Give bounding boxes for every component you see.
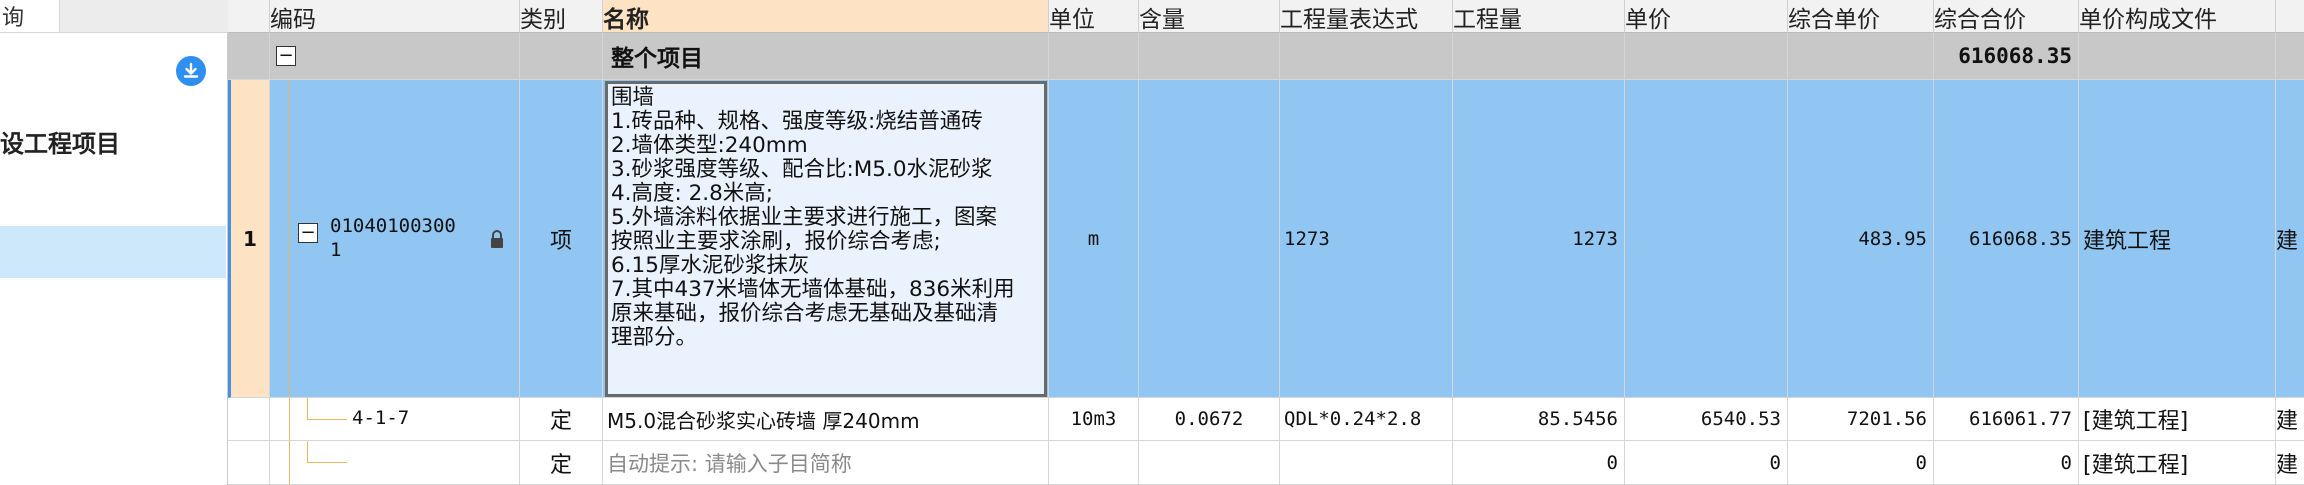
composite-total-cell[interactable]: 616068.35 <box>1934 80 2079 398</box>
column-header-composite-total[interactable]: 综合合价 <box>1934 0 2079 33</box>
tree-line <box>307 419 347 420</box>
download-circle-icon <box>183 62 199 78</box>
collapse-icon[interactable]: − <box>276 46 296 66</box>
composite-total-cell[interactable]: 616061.77 <box>1934 398 2079 441</box>
project-name-cell[interactable]: 整个项目 <box>603 33 1049 80</box>
lock-icon <box>491 230 503 248</box>
overflow-cell: 建 <box>2276 441 2304 485</box>
description-line: 2.墙体类型:240mm <box>611 133 808 158</box>
name-cell[interactable]: M5.0混合砂浆实心砖墙 厚240mm <box>603 398 1049 441</box>
project-tree-selected-node[interactable] <box>0 226 226 278</box>
column-header-name[interactable]: 名称 <box>603 0 1049 33</box>
quantity-cell[interactable] <box>1453 33 1625 80</box>
column-header-price-file[interactable]: 单价构成文件 <box>2079 0 2276 33</box>
row-number-cell[interactable] <box>228 398 270 441</box>
unit-cell[interactable]: 10m3 <box>1049 398 1139 441</box>
price-file-cell[interactable] <box>2079 33 2276 80</box>
tree-line <box>307 441 308 463</box>
unit-cell[interactable] <box>1049 33 1139 80</box>
category-cell[interactable] <box>520 33 603 80</box>
composite-unit-price-cell[interactable]: 7201.56 <box>1788 398 1934 441</box>
tree-line <box>289 80 290 397</box>
description-line: 3.砂浆强度等级、配合比:M5.0水泥砂浆 <box>611 157 993 182</box>
column-header-unit-price[interactable]: 单价 <box>1625 0 1788 33</box>
expression-cell[interactable]: 1273 <box>1280 80 1453 398</box>
price-file-cell[interactable]: 建筑工程 <box>2079 80 2276 398</box>
project-tree-node[interactable]: 设工程项目 <box>0 124 120 159</box>
category-cell[interactable]: 项 <box>520 80 603 398</box>
item-code: 01040100300 1 <box>330 214 456 262</box>
overflow-cell: 建 <box>2276 80 2304 398</box>
unit-cell[interactable]: m <box>1049 80 1139 398</box>
unit-price-cell[interactable] <box>1625 80 1788 398</box>
sub-item-code: 4-1-7 <box>352 407 410 429</box>
tree-line <box>307 398 308 420</box>
tree-line <box>307 462 347 463</box>
row-number-cell[interactable] <box>228 441 270 485</box>
category-cell[interactable]: 定 <box>520 441 603 485</box>
quantity-cell[interactable]: 85.5456 <box>1453 398 1625 441</box>
column-header-category[interactable]: 类别 <box>520 0 603 33</box>
tree-line <box>289 441 290 484</box>
composite-total-cell[interactable]: 0 <box>1934 441 2079 485</box>
content-cell[interactable]: 0.0672 <box>1139 398 1280 441</box>
row-number-header <box>228 0 270 33</box>
unit-cell[interactable] <box>1049 441 1139 485</box>
panel-tab[interactable] <box>60 0 228 33</box>
column-header-quantity-expression[interactable]: 工程量表达式 <box>1280 0 1453 33</box>
item-description-editor[interactable]: 围墙 1.砖品种、规格、强度等级:烧结普通砖 2.墙体类型:240mm 3.砂浆强度等… <box>605 81 1047 397</box>
price-file-cell[interactable]: [建筑工程] <box>2079 441 2276 485</box>
description-line: 5.外墙涂料依据业主要求进行施工，图案 <box>611 205 998 230</box>
column-header-code[interactable]: 编码 <box>270 0 520 33</box>
expression-cell[interactable] <box>1280 441 1453 485</box>
description-line: 6.15厚水泥砂浆抹灰 <box>611 253 810 278</box>
column-header-content[interactable]: 含量 <box>1139 0 1280 33</box>
unit-price-cell[interactable] <box>1625 33 1788 80</box>
collapse-icon[interactable]: − <box>298 223 318 243</box>
overflow-cell <box>2276 33 2304 80</box>
sub-item-input[interactable]: 自动提示: 请输入子目简称 <box>603 441 1049 485</box>
unit-price-cell[interactable]: 0 <box>1625 441 1788 485</box>
column-header-quantity[interactable]: 工程量 <box>1453 0 1625 33</box>
row-number-cell[interactable] <box>228 33 270 80</box>
composite-unit-price-cell[interactable]: 483.95 <box>1788 80 1934 398</box>
description-line: 4.高度: 2.8米高; <box>611 181 774 206</box>
project-tree-panel: 询 设工程项目 <box>0 0 228 485</box>
code-cell[interactable] <box>270 441 520 485</box>
category-cell[interactable]: 定 <box>520 398 603 441</box>
quantity-cell[interactable]: 1273 <box>1453 80 1625 398</box>
price-file-cell[interactable]: [建筑工程] <box>2079 398 2276 441</box>
description-line: 1.砖品种、规格、强度等级:烧结普通砖 <box>611 109 983 134</box>
query-tab[interactable]: 询 <box>0 0 60 33</box>
description-line: 理部分。 <box>611 325 698 350</box>
content-cell[interactable] <box>1139 80 1280 398</box>
row-number-cell[interactable]: 1 <box>228 80 270 398</box>
column-header-overflow <box>2276 0 2304 33</box>
code-cell[interactable]: 4-1-7 <box>270 398 520 441</box>
overflow-cell: 建 <box>2276 398 2304 441</box>
code-cell[interactable]: − <box>270 33 520 80</box>
expression-cell[interactable]: QDL*0.24*2.8 <box>1280 398 1453 441</box>
composite-unit-price-cell[interactable] <box>1788 33 1934 80</box>
description-line: 原来基础，报价综合考虑无基础及基础清 <box>611 301 999 326</box>
tree-line <box>289 398 290 440</box>
unit-price-cell[interactable]: 6540.53 <box>1625 398 1788 441</box>
quantity-cell[interactable]: 0 <box>1453 441 1625 485</box>
composite-unit-price-cell[interactable]: 0 <box>1788 441 1934 485</box>
download-button[interactable] <box>176 56 206 86</box>
composite-total-cell[interactable]: 616068.35 <box>1934 33 2079 80</box>
column-header-composite-unit-price[interactable]: 综合单价 <box>1788 0 1934 33</box>
column-header-unit[interactable]: 单位 <box>1049 0 1139 33</box>
code-cell[interactable]: − 01040100300 1 <box>270 80 520 398</box>
description-line: 7.其中437米墙体无墙体基础，836米利用 <box>611 277 1015 302</box>
content-cell[interactable] <box>1139 441 1280 485</box>
item-code-line: 1 <box>330 239 342 261</box>
description-line: 按照业主要求涂刷，报价综合考虑; <box>611 229 941 254</box>
content-cell[interactable] <box>1139 33 1280 80</box>
expression-cell[interactable] <box>1280 33 1453 80</box>
item-code-line: 01040100300 <box>330 215 456 237</box>
description-line: 围墙 <box>611 85 655 110</box>
